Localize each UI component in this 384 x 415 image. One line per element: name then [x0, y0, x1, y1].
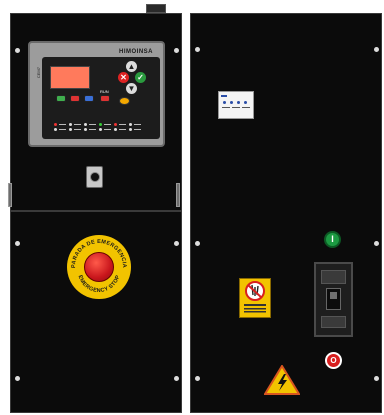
breaker-toggle-lever[interactable] — [330, 292, 337, 299]
door-screw — [15, 48, 20, 53]
left-upper-door: HIMOINSA CEM7 ▲ ✕ ✓ ▼ RUN — [10, 13, 182, 211]
status-legend-dash — [119, 129, 126, 130]
stop-x-button[interactable]: ✕ — [118, 72, 129, 83]
status-led — [84, 123, 87, 126]
door-screw — [195, 47, 200, 52]
info-label-plate — [218, 91, 254, 119]
info-label-header — [221, 95, 227, 97]
right-cabinet-door: I O — [190, 13, 382, 413]
info-label-line — [222, 107, 230, 108]
info-label-dot — [244, 101, 247, 104]
electric-hazard-warning-icon — [263, 364, 301, 395]
status-led — [84, 128, 87, 131]
controller-lcd-display — [50, 66, 90, 89]
status-legend-dash — [89, 124, 96, 125]
nav-down-button[interactable]: ▼ — [126, 83, 137, 94]
info-label-line — [242, 107, 250, 108]
breaker-toggle-window — [326, 288, 341, 310]
door-screw — [174, 48, 179, 53]
confirm-check-button[interactable]: ✓ — [135, 72, 146, 83]
on-button-label: I — [331, 234, 334, 244]
status-led — [69, 123, 72, 126]
controller-face: ▲ ✕ ✓ ▼ RUN — [42, 57, 160, 139]
horn-reset-button[interactable] — [119, 97, 130, 105]
breaker-lower-block — [321, 316, 346, 328]
door-screw — [195, 241, 200, 246]
emergency-stop-button[interactable] — [84, 252, 114, 282]
left-lower-door: PARADA DE EMERGENCIA EMERGENCY STOP — [10, 211, 182, 413]
on-button[interactable]: I — [324, 231, 341, 248]
status-led — [99, 128, 102, 131]
status-legend-dash — [104, 124, 111, 125]
status-led — [54, 123, 57, 126]
nav-up-button[interactable]: ▲ — [126, 61, 137, 72]
breaker-upper-block — [321, 270, 346, 284]
status-legend-dash — [119, 124, 126, 125]
info-label-dot — [230, 101, 233, 104]
status-led — [114, 128, 117, 131]
mode-key-run[interactable] — [100, 95, 110, 102]
mode-key-manual[interactable] — [70, 95, 80, 102]
door-screw — [374, 241, 379, 246]
generator-controller: HIMOINSA CEM7 ▲ ✕ ✓ ▼ RUN — [28, 41, 165, 147]
door-screw — [15, 376, 20, 381]
run-key-label: RUN — [100, 89, 109, 94]
status-legend-dash — [74, 129, 81, 130]
mode-key-test[interactable] — [84, 95, 94, 102]
mode-key-auto[interactable] — [56, 95, 66, 102]
status-legend-dash — [104, 129, 111, 130]
door-screw — [195, 376, 200, 381]
info-label-line — [232, 107, 240, 108]
status-indicator-strip — [52, 121, 152, 133]
info-label-dot — [237, 101, 240, 104]
status-led — [69, 128, 72, 131]
status-led — [114, 123, 117, 126]
status-legend-dash — [59, 124, 66, 125]
cabinet-lifting-lug — [146, 4, 166, 13]
prohibition-sticker — [239, 278, 271, 318]
controller-model-label: CEM7 — [36, 67, 41, 79]
door-screw — [174, 241, 179, 246]
emergency-stop-assembly: PARADA DE EMERGENCIA EMERGENCY STOP — [66, 234, 132, 300]
status-legend-dash — [89, 129, 96, 130]
circuit-breaker[interactable] — [314, 262, 353, 337]
door-hinge — [8, 183, 12, 207]
door-screw — [174, 376, 179, 381]
key-switch[interactable] — [86, 166, 103, 188]
status-legend-dash — [134, 129, 141, 130]
no-unauthorized-operation-icon — [244, 281, 266, 313]
status-led — [129, 128, 132, 131]
controller-brand-label: HIMOINSA — [119, 49, 153, 55]
off-button[interactable]: O — [325, 352, 342, 369]
off-button-label: O — [330, 356, 337, 365]
door-screw — [374, 47, 379, 52]
status-legend-dash — [59, 129, 66, 130]
info-label-dot — [223, 101, 226, 104]
status-led — [54, 128, 57, 131]
status-led — [129, 123, 132, 126]
status-legend-dash — [74, 124, 81, 125]
key-switch-knob — [90, 172, 100, 182]
status-legend-dash — [134, 124, 141, 125]
door-hinge — [176, 183, 180, 207]
door-screw — [374, 376, 379, 381]
status-led — [99, 123, 102, 126]
door-screw — [15, 241, 20, 246]
